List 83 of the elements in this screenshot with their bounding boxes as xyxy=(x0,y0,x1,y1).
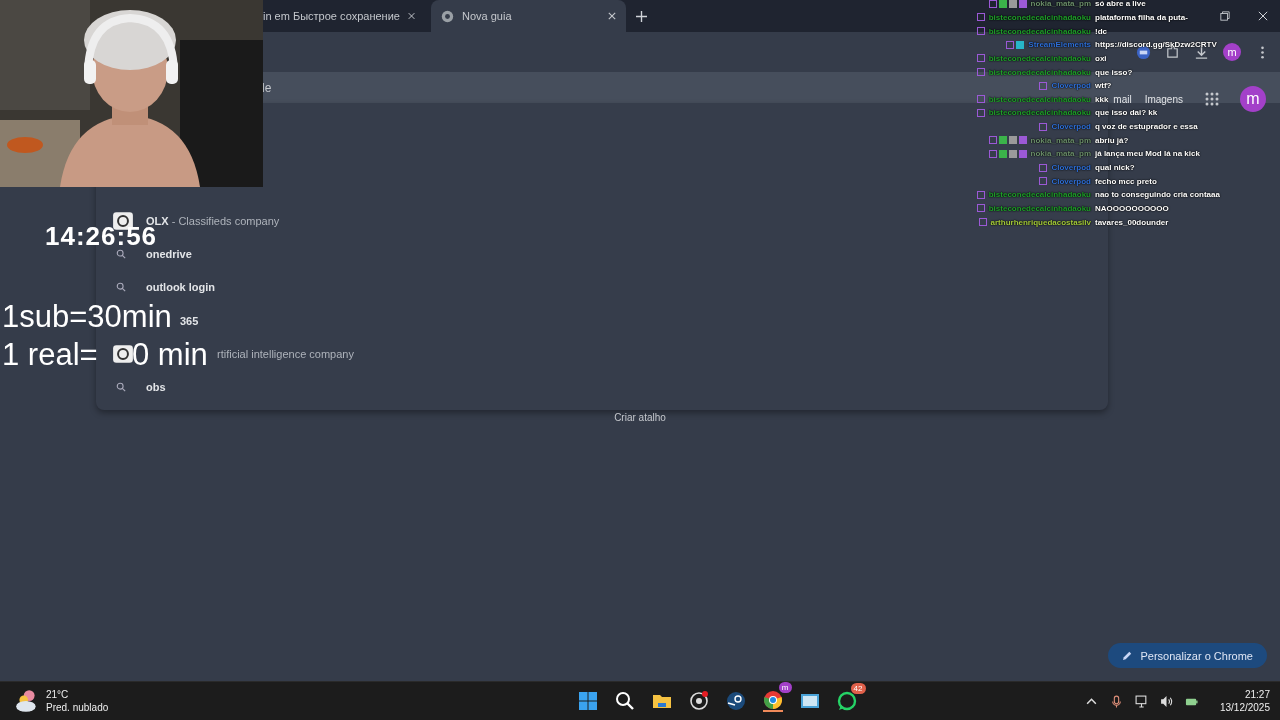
volume-icon[interactable] xyxy=(1159,694,1173,708)
clock-date[interactable]: 13/12/2025 xyxy=(1219,701,1270,714)
pencil-icon xyxy=(1121,650,1133,661)
suggestion-item[interactable]: onedrive xyxy=(146,247,192,260)
chat-username: Cloverpod xyxy=(1051,122,1091,132)
suggestion-item[interactable]: 365 xyxy=(180,314,199,327)
suggestion-item[interactable]: OLX - Classifieds company xyxy=(146,214,280,227)
apps-grid-icon[interactable] xyxy=(1205,92,1219,106)
chat-username: Cloverpod xyxy=(1051,163,1091,172)
app-window-icon[interactable] xyxy=(799,691,820,711)
suggestion-item[interactable]: rtificial intelligence company xyxy=(217,347,354,360)
chat-message: https://discord.gg/SkDzw2CRTV xyxy=(1095,40,1217,50)
profile-avatar[interactable]: m xyxy=(1240,86,1266,112)
chat-message: que isso? xyxy=(1095,67,1133,77)
chat-message: oxi xyxy=(1095,53,1107,63)
chat-username: bisteconedecalcinhadaoku xyxy=(988,94,1091,104)
chat-username: bisteconedecalcinhadaoku xyxy=(988,26,1091,36)
browser-tab[interactable]: Nova guia xyxy=(431,0,626,32)
chat-message: só abre a live xyxy=(1095,0,1146,9)
overlay-text: 1sub=30min xyxy=(2,299,172,335)
chat-message: wtf? xyxy=(1095,81,1112,91)
chat-username: bisteconedecalcinhadaoku xyxy=(988,190,1091,200)
chat-username: bisteconedecalcinhadaoku xyxy=(988,203,1091,213)
address-text[interactable]: le xyxy=(262,80,272,95)
add-shortcut-link[interactable]: Criar atalho xyxy=(614,412,666,423)
browser-tab[interactable]: in em Быстрое сохранение xyxy=(263,0,425,32)
chrome-icon[interactable] xyxy=(762,690,783,710)
chat-message: qual nick? xyxy=(1095,163,1135,172)
chat-message: tavares_00dounder xyxy=(1095,217,1169,227)
chat-username: arthurhenriquedacostasilv xyxy=(990,217,1091,227)
search-icon xyxy=(116,382,126,393)
suggestion-item[interactable]: outlook login xyxy=(146,281,216,294)
notification-badge: 42 xyxy=(850,683,866,694)
chat-badge-icon xyxy=(1039,122,1048,131)
chat-message: que isso dai? kk xyxy=(1095,108,1158,118)
profile-badge: m xyxy=(778,682,792,693)
chat-message: plataforma filha da puta- xyxy=(1095,12,1188,22)
chat-message: abriu já? xyxy=(1095,135,1129,145)
chat-message: !dc xyxy=(1095,26,1107,36)
close-icon[interactable] xyxy=(608,12,616,20)
search-icon xyxy=(116,248,126,259)
chat-message: já lança meu Mod lá na kick xyxy=(1095,149,1200,159)
chat-message: NAOOOOOOOOOO xyxy=(1095,203,1169,213)
record-app-icon[interactable] xyxy=(688,691,709,711)
search-icon xyxy=(116,282,126,293)
chat-message: nao to conseguindo cria contaaa xyxy=(1095,190,1220,200)
chat-username: bisteconedecalcinhadaoku xyxy=(988,67,1091,77)
steam-icon[interactable] xyxy=(725,691,746,711)
chat-username: bisteconedecalcinhadaoku xyxy=(988,12,1091,22)
header-link[interactable]: mail xyxy=(1113,93,1132,105)
overlay-text: 1 real= xyxy=(2,337,98,373)
profile-avatar[interactable]: m xyxy=(1223,43,1241,61)
clock-time[interactable]: 21:27 xyxy=(1244,688,1270,701)
temperature: 21°C xyxy=(46,688,70,701)
weather-condition: Pred. nublado xyxy=(46,701,109,714)
chat-message: fecho mcc preto xyxy=(1095,176,1157,186)
chat-username: bisteconedecalcinhadaoku xyxy=(988,53,1091,63)
search-icon[interactable] xyxy=(614,691,635,711)
start-icon[interactable] xyxy=(577,691,598,711)
timer-overlay: 14:26:56 xyxy=(45,224,158,248)
close-icon[interactable] xyxy=(407,12,415,20)
chat-username: nokia_mata_pm xyxy=(1030,149,1091,159)
close-icon[interactable] xyxy=(1258,11,1268,21)
chat-app-icon[interactable] xyxy=(836,691,857,711)
suggestion-item[interactable]: obs xyxy=(146,381,166,394)
restore-icon[interactable] xyxy=(1220,11,1230,21)
chat-username: Cloverpod xyxy=(1051,81,1091,91)
chat-message: q voz de estuprador e essa xyxy=(1095,122,1198,132)
chat-username: StreamElements xyxy=(1028,40,1091,50)
chat-username: bisteconedecalcinhadaoku xyxy=(988,108,1091,118)
chat-username: nokia_mata_pm xyxy=(1030,135,1091,145)
chat-username: nokia_mata_pm xyxy=(1030,0,1091,9)
overlay-text: 0 min xyxy=(132,337,208,373)
site-logo-icon xyxy=(112,344,134,363)
new-tab-icon[interactable] xyxy=(636,10,647,22)
header-link[interactable]: Imagens xyxy=(1144,93,1183,105)
chat-username: Cloverpod xyxy=(1051,176,1091,186)
network-icon[interactable] xyxy=(1134,694,1148,708)
chat-message: kkk xyxy=(1095,94,1109,104)
customize-button[interactable]: Personalizar o Chrome xyxy=(1107,643,1267,668)
microphone-icon[interactable] xyxy=(1109,694,1123,708)
chrome-icon xyxy=(441,9,454,23)
chat-badge-icon xyxy=(1039,81,1048,90)
